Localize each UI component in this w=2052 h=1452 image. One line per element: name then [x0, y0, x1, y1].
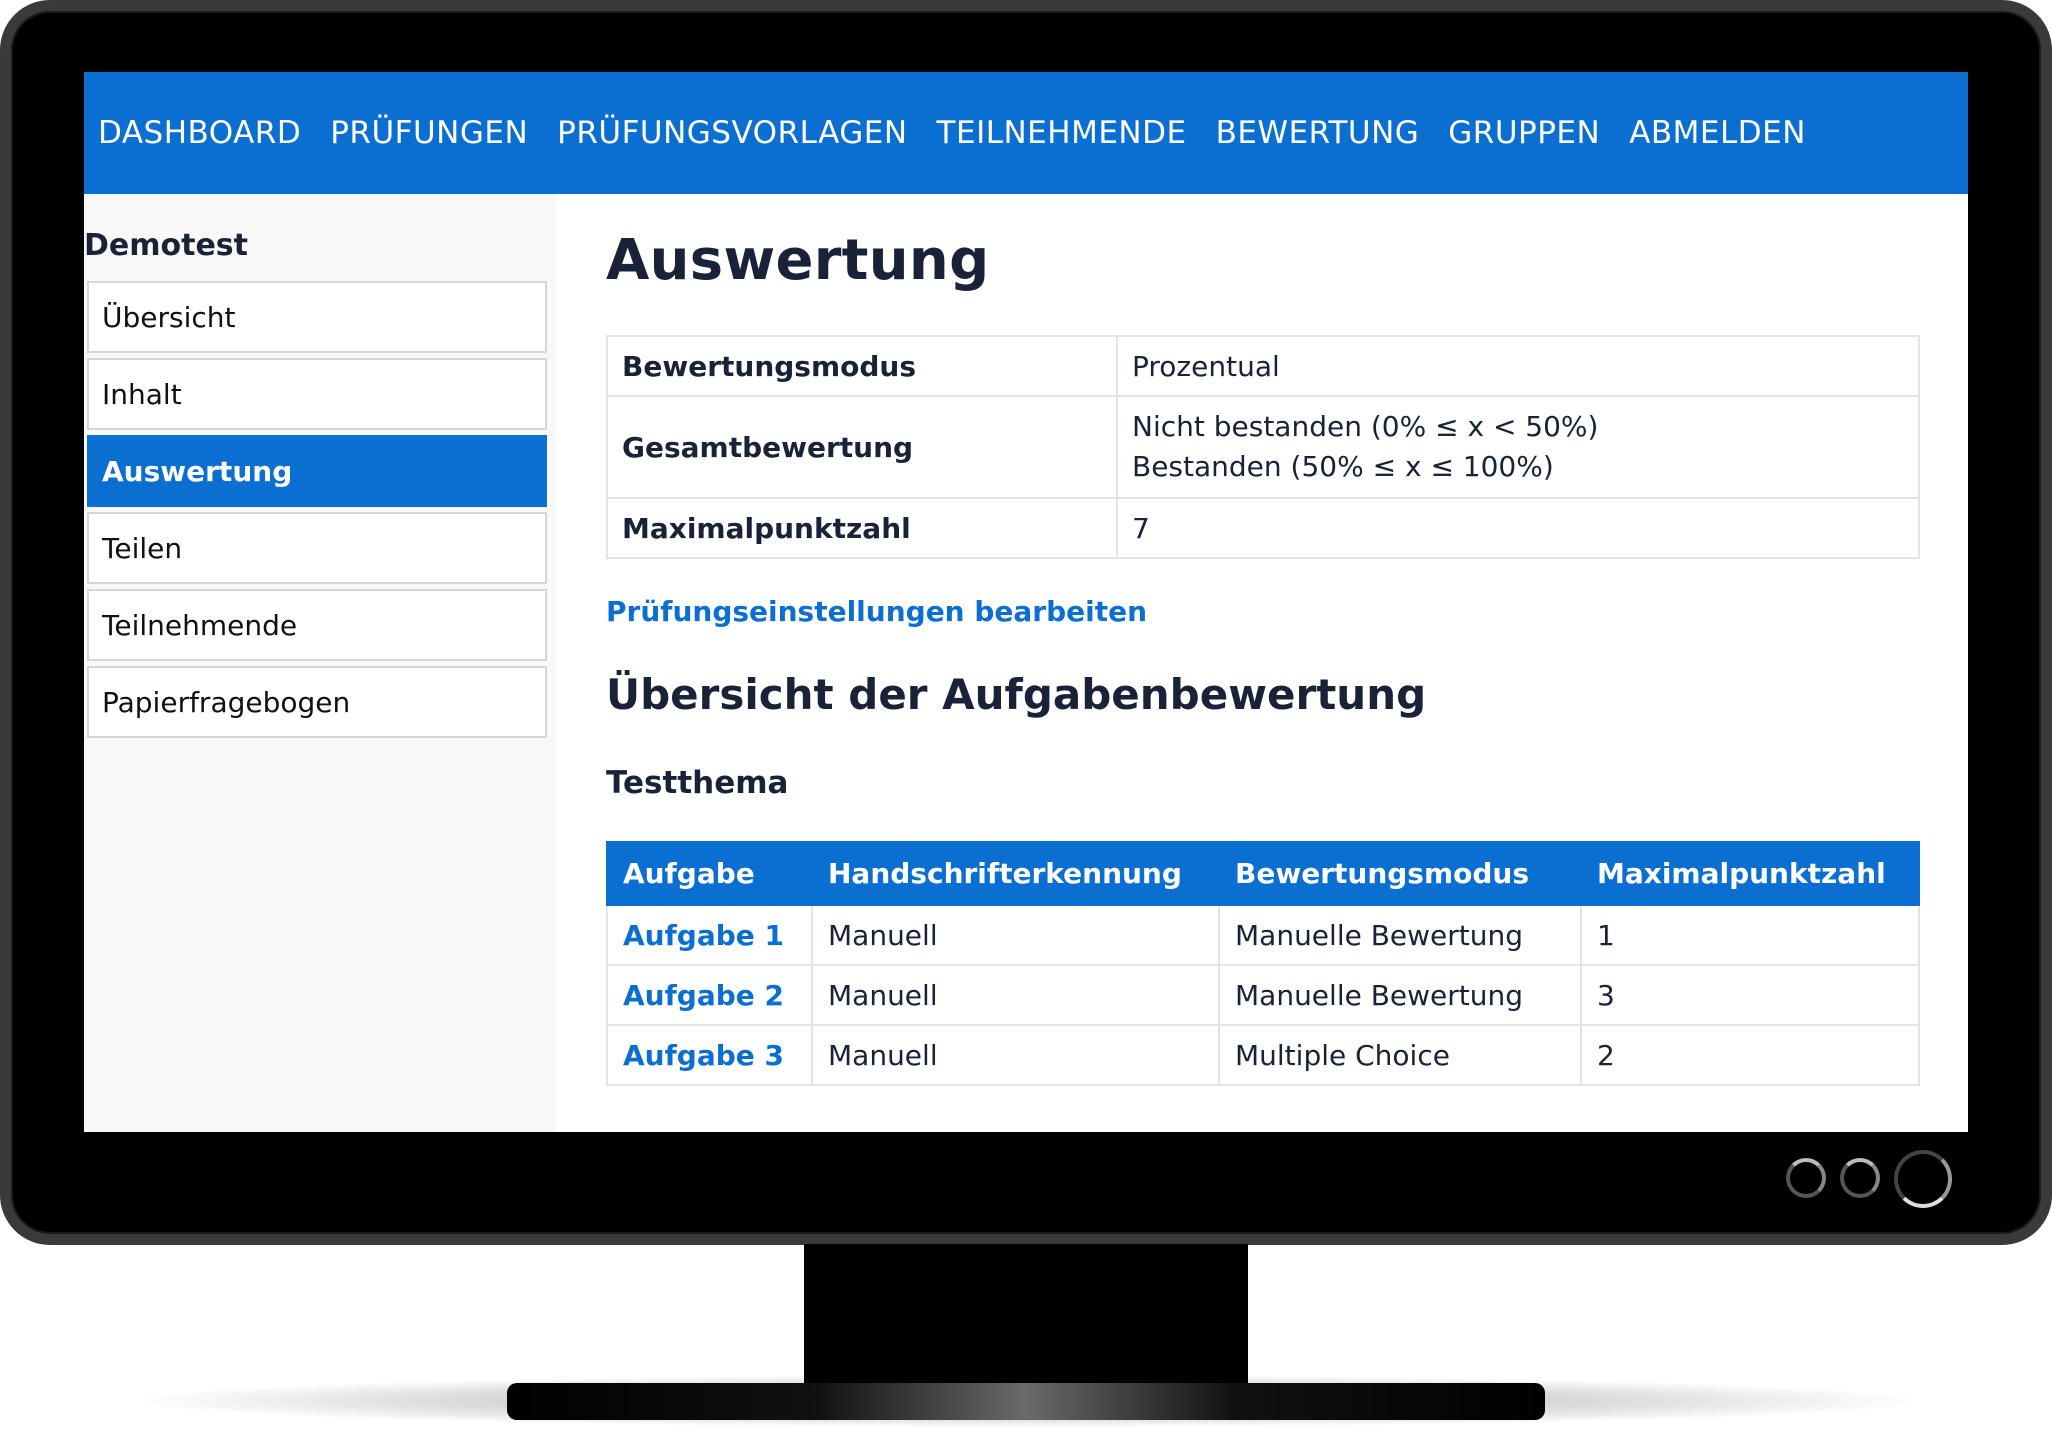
sidebar-item-papierfragebogen[interactable]: Papierfragebogen: [87, 666, 547, 738]
topic-title: Testthema: [606, 765, 789, 801]
overall-value-pass: Bestanden (50% ≤ x ≤ 100%): [1132, 450, 1554, 483]
sidebar-menu: Übersicht Inhalt Auswertung Teilen Teiln…: [84, 281, 556, 738]
screen: DASHBOARD PRÜFUNGEN PRÜFUNGSVORLAGEN TEI…: [84, 72, 1968, 1132]
section-title: Übersicht der Aufgabenbewertung: [606, 670, 1427, 719]
sidebar: Demotest Übersicht Inhalt Auswertung Tei…: [84, 194, 556, 1132]
power-button-icon: [1894, 1150, 1952, 1208]
nav-abmelden[interactable]: ABMELDEN: [1629, 115, 1806, 151]
max-points-value: 7: [1116, 497, 1920, 559]
sidebar-item-inhalt[interactable]: Inhalt: [87, 358, 547, 430]
top-navigation: DASHBOARD PRÜFUNGEN PRÜFUNGSVORLAGEN TEI…: [84, 72, 1968, 194]
handwriting-cell: Manuell: [811, 904, 1220, 966]
mode-cell: Manuelle Bewertung: [1218, 904, 1582, 966]
nav-bewertung[interactable]: BEWERTUNG: [1216, 115, 1420, 151]
table-row: Aufgabe 1 Manuell Manuelle Bewertung 1: [606, 904, 1920, 966]
table-row: Gesamtbewertung Nicht bestanden (0% ≤ x …: [606, 395, 1920, 499]
task-link[interactable]: Aufgabe 2: [623, 979, 784, 1012]
sidebar-title: Demotest: [84, 228, 249, 263]
max-points-cell: 2: [1580, 1024, 1920, 1086]
evaluation-info-table: Bewertungsmodus Prozentual Gesamtbewertu…: [606, 335, 1920, 559]
table-row: Maximalpunktzahl 7: [606, 497, 1920, 559]
task-table: Aufgabe Handschrifterkennung Bewertungsm…: [606, 841, 1920, 1086]
nav-pruefungen[interactable]: PRÜFUNGEN: [330, 115, 528, 151]
handwriting-cell: Manuell: [811, 1024, 1220, 1086]
nav-teilnehmende[interactable]: TEILNEHMENDE: [937, 115, 1187, 151]
column-header-task: Aufgabe: [606, 841, 813, 906]
task-link[interactable]: Aufgabe 3: [623, 1039, 784, 1072]
task-link[interactable]: Aufgabe 1: [623, 919, 784, 952]
overall-value: Nicht bestanden (0% ≤ x < 50%) Bestanden…: [1116, 395, 1920, 499]
monitor-button: [1786, 1158, 1826, 1198]
mode-label: Bewertungsmodus: [606, 335, 1118, 397]
handwriting-cell: Manuell: [811, 964, 1220, 1026]
nav-dashboard[interactable]: DASHBOARD: [98, 115, 301, 151]
mode-value: Prozentual: [1116, 335, 1920, 397]
nav-pruefungsvorlagen[interactable]: PRÜFUNGSVORLAGEN: [557, 115, 907, 151]
sidebar-item-uebersicht[interactable]: Übersicht: [87, 281, 547, 353]
mode-cell: Manuelle Bewertung: [1218, 964, 1582, 1026]
monitor-button: [1840, 1158, 1880, 1198]
table-row: Aufgabe 3 Manuell Multiple Choice 2: [606, 1024, 1920, 1086]
task-cell: Aufgabe 3: [606, 1024, 813, 1086]
max-points-cell: 1: [1580, 904, 1920, 966]
task-cell: Aufgabe 2: [606, 964, 813, 1026]
column-header-max-points: Maximalpunktzahl: [1580, 841, 1920, 906]
sidebar-item-teilnehmende[interactable]: Teilnehmende: [87, 589, 547, 661]
column-header-mode: Bewertungsmodus: [1218, 841, 1582, 906]
page-title: Auswertung: [606, 228, 990, 293]
edit-exam-settings-link[interactable]: Prüfungseinstellungen bearbeiten: [606, 595, 1147, 628]
table-header-row: Aufgabe Handschrifterkennung Bewertungsm…: [606, 841, 1920, 906]
nav-gruppen[interactable]: GRUPPEN: [1448, 115, 1600, 151]
task-cell: Aufgabe 1: [606, 904, 813, 966]
monitor-stand-neck: [804, 1244, 1248, 1388]
mode-cell: Multiple Choice: [1218, 1024, 1582, 1086]
max-points-label: Maximalpunktzahl: [606, 497, 1118, 559]
table-row: Bewertungsmodus Prozentual: [606, 335, 1920, 397]
column-header-handwriting: Handschrifterkennung: [811, 841, 1220, 906]
overall-value-fail: Nicht bestanden (0% ≤ x < 50%): [1132, 410, 1599, 443]
overall-label: Gesamtbewertung: [606, 395, 1118, 499]
monitor-buttons: [1786, 1150, 1952, 1208]
main-content: Auswertung Bewertungsmodus Prozentual Ge…: [606, 194, 1920, 1086]
monitor-stand-base: [507, 1383, 1545, 1420]
table-row: Aufgabe 2 Manuell Manuelle Bewertung 3: [606, 964, 1920, 1026]
max-points-cell: 3: [1580, 964, 1920, 1026]
sidebar-item-teilen[interactable]: Teilen: [87, 512, 547, 584]
sidebar-item-auswertung[interactable]: Auswertung: [87, 435, 547, 507]
